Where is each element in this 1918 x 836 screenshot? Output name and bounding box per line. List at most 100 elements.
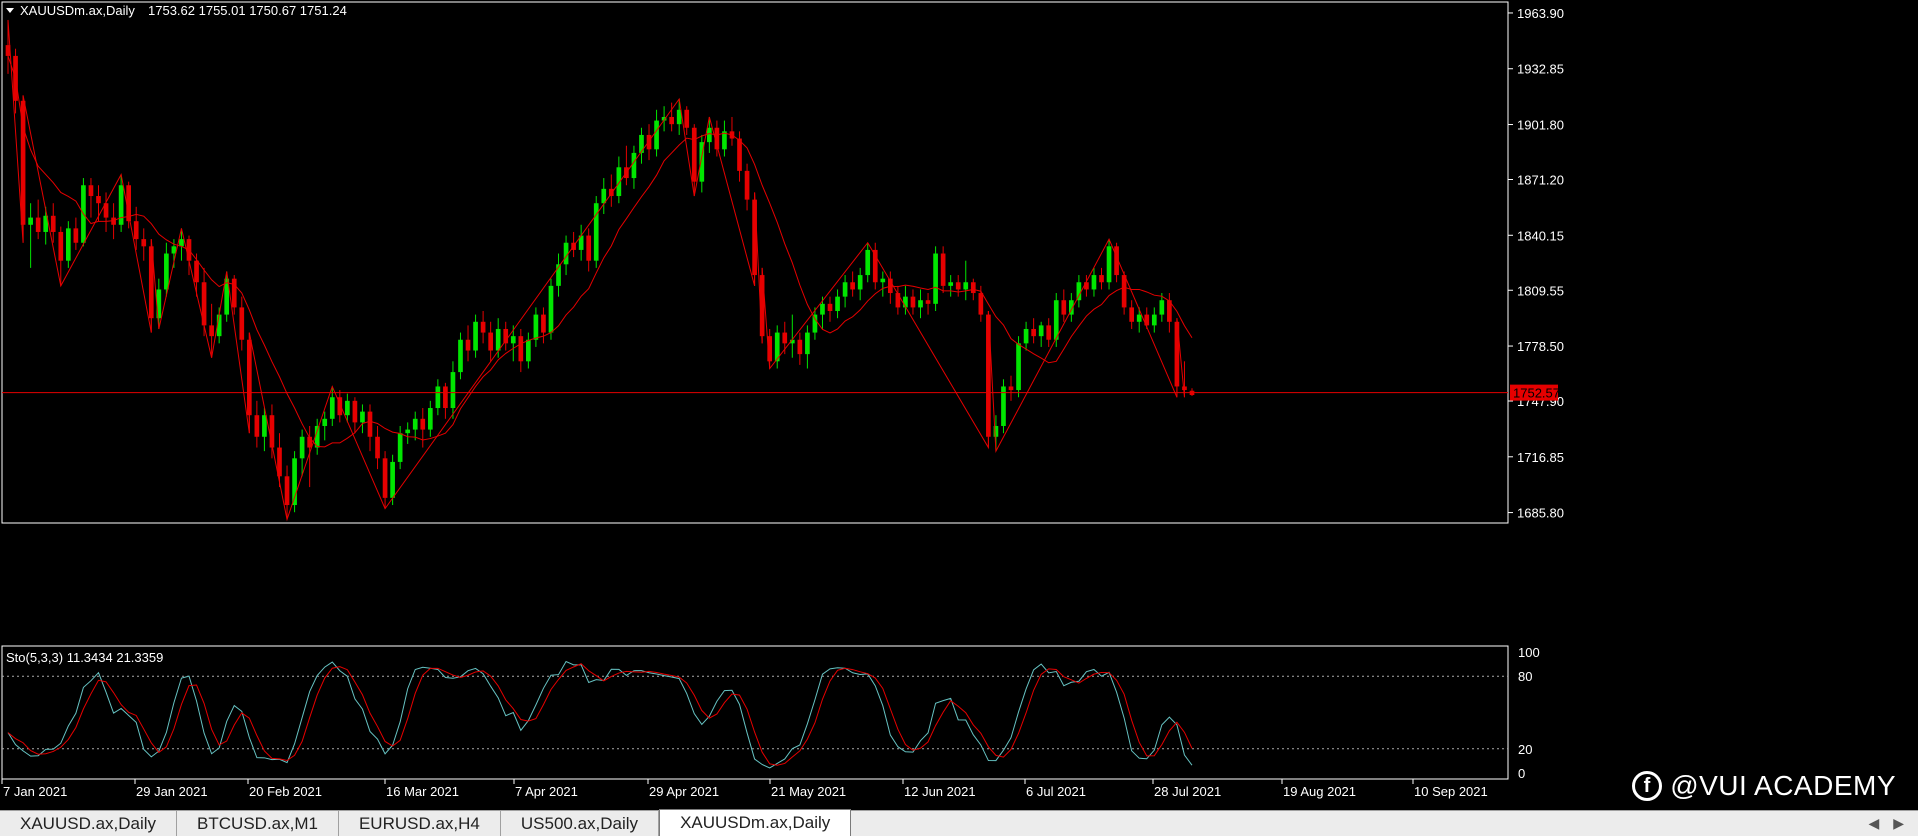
candle[interactable] bbox=[676, 99, 682, 135]
candle[interactable] bbox=[254, 400, 260, 448]
candle[interactable] bbox=[624, 145, 629, 186]
candle[interactable] bbox=[367, 404, 373, 452]
candle[interactable] bbox=[925, 293, 931, 315]
candle[interactable] bbox=[352, 397, 358, 434]
candle[interactable] bbox=[450, 361, 456, 419]
tab-scroll-left-icon[interactable]: ◀ bbox=[1868, 815, 1879, 832]
candle[interactable] bbox=[601, 178, 607, 214]
candle[interactable] bbox=[50, 203, 56, 243]
candle[interactable] bbox=[322, 411, 328, 441]
candle[interactable] bbox=[827, 296, 833, 322]
candle[interactable] bbox=[360, 404, 365, 434]
candle[interactable] bbox=[722, 120, 727, 157]
candle[interactable] bbox=[888, 271, 893, 304]
candle[interactable] bbox=[578, 224, 584, 261]
candle[interactable] bbox=[1136, 307, 1142, 333]
candle[interactable] bbox=[593, 196, 599, 268]
candle[interactable] bbox=[1167, 293, 1172, 333]
candle[interactable] bbox=[646, 124, 652, 161]
candle[interactable] bbox=[1031, 318, 1036, 344]
candle[interactable] bbox=[277, 433, 282, 488]
candle[interactable] bbox=[269, 404, 275, 459]
candle[interactable] bbox=[231, 275, 237, 315]
candle[interactable] bbox=[797, 332, 803, 365]
candle[interactable] bbox=[1076, 275, 1082, 308]
candle[interactable] bbox=[563, 235, 569, 276]
candle[interactable] bbox=[556, 253, 561, 297]
candle[interactable] bbox=[1008, 375, 1014, 401]
candle[interactable] bbox=[1046, 318, 1052, 347]
candle[interactable] bbox=[1129, 300, 1135, 329]
candle[interactable] bbox=[729, 116, 735, 146]
candle[interactable] bbox=[526, 332, 531, 369]
chart-tab-4[interactable]: US500.ax,Daily bbox=[501, 811, 660, 836]
candle[interactable] bbox=[43, 206, 49, 245]
candle[interactable] bbox=[382, 451, 388, 509]
candle[interactable] bbox=[1061, 289, 1067, 322]
candle[interactable] bbox=[427, 400, 433, 437]
candle[interactable] bbox=[435, 379, 441, 416]
candle[interactable] bbox=[744, 163, 750, 211]
candle[interactable] bbox=[835, 289, 840, 319]
tab-scroll-right-icon[interactable]: ▶ bbox=[1893, 815, 1904, 832]
candle[interactable] bbox=[805, 325, 810, 369]
candle[interactable] bbox=[65, 221, 71, 268]
chart-tab-2[interactable]: BTCUSD.ax,M1 bbox=[177, 811, 339, 836]
candle[interactable] bbox=[1091, 267, 1097, 297]
candle[interactable] bbox=[458, 332, 463, 380]
candle[interactable] bbox=[948, 275, 954, 297]
candle[interactable] bbox=[789, 314, 795, 358]
candle[interactable] bbox=[616, 156, 622, 204]
candle[interactable] bbox=[955, 275, 961, 297]
candle[interactable] bbox=[940, 246, 946, 294]
dropdown-triangle-icon[interactable] bbox=[6, 8, 14, 13]
chart-tab-5[interactable]: XAUUSDm.ax,Daily bbox=[659, 809, 852, 836]
candle[interactable] bbox=[880, 271, 886, 297]
candle[interactable] bbox=[895, 285, 901, 315]
candle[interactable] bbox=[73, 217, 79, 250]
candle[interactable] bbox=[412, 411, 418, 441]
candle[interactable] bbox=[1038, 321, 1044, 347]
candle[interactable] bbox=[910, 289, 916, 315]
candle[interactable] bbox=[239, 296, 245, 351]
candle[interactable] bbox=[639, 127, 644, 164]
price-chart[interactable]: XAUUSDm.ax,Daily 1753.62 1755.01 1750.67 … bbox=[0, 0, 1918, 645]
candle[interactable] bbox=[1001, 379, 1006, 434]
candle[interactable] bbox=[35, 199, 41, 240]
candle[interactable] bbox=[586, 228, 592, 272]
candle[interactable] bbox=[918, 289, 923, 319]
candle[interactable] bbox=[872, 242, 878, 290]
candle[interactable] bbox=[465, 325, 471, 362]
candle[interactable] bbox=[1099, 267, 1104, 290]
candle[interactable] bbox=[963, 260, 969, 301]
candle[interactable] bbox=[1023, 321, 1029, 351]
candle[interactable] bbox=[503, 321, 509, 351]
candle[interactable] bbox=[518, 328, 524, 373]
candle[interactable] bbox=[141, 228, 147, 261]
candle[interactable] bbox=[661, 106, 667, 132]
candle[interactable] bbox=[1114, 242, 1119, 283]
candle[interactable] bbox=[533, 307, 539, 347]
candle[interactable] bbox=[420, 408, 426, 448]
candle[interactable] bbox=[850, 271, 855, 297]
candle[interactable] bbox=[541, 307, 546, 344]
candle[interactable] bbox=[81, 178, 86, 247]
candle[interactable] bbox=[857, 267, 863, 301]
candle[interactable] bbox=[865, 242, 871, 283]
candle[interactable] bbox=[631, 145, 637, 189]
candle[interactable] bbox=[443, 382, 448, 419]
candle[interactable] bbox=[405, 422, 411, 444]
candle[interactable] bbox=[842, 275, 848, 308]
candle[interactable] bbox=[473, 314, 478, 358]
candle[interactable] bbox=[488, 321, 493, 362]
candle[interactable] bbox=[375, 425, 380, 470]
candle[interactable] bbox=[397, 425, 403, 470]
chart-tab-1[interactable]: XAUUSD.ax,Daily bbox=[0, 811, 178, 836]
chart-tab-3[interactable]: EURUSD.ax,H4 bbox=[339, 811, 501, 836]
candle[interactable] bbox=[684, 106, 690, 135]
candle[interactable] bbox=[1151, 307, 1157, 333]
stochastic-panel[interactable]: Sto(5,3,3) 11.3434 21.3359 100 80 20 0 7 Jan … bbox=[0, 645, 1918, 810]
candle[interactable] bbox=[28, 203, 33, 268]
candle[interactable] bbox=[88, 178, 94, 218]
candle[interactable] bbox=[774, 325, 780, 369]
